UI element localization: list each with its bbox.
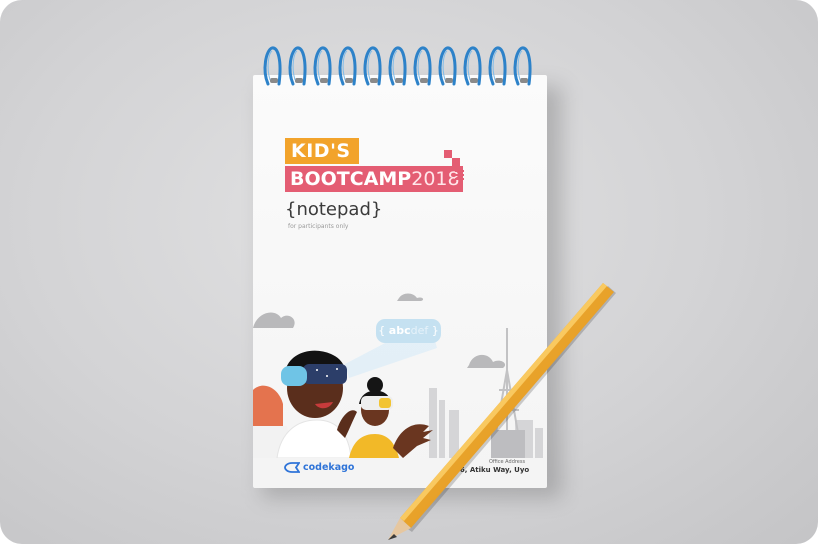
photo-frame: KID'S BOOTCAMP2018 {notepad} for partici… [0,0,818,544]
pencil [388,283,616,540]
